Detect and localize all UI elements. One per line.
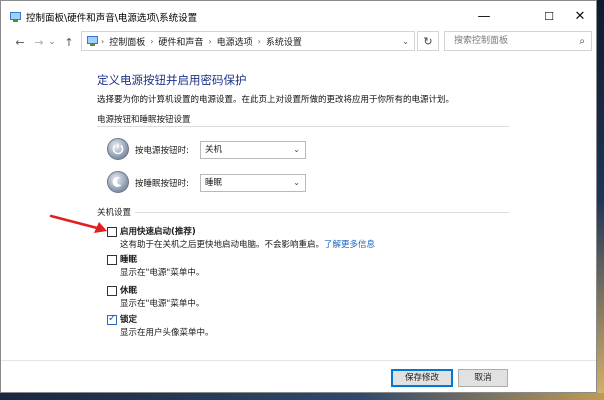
desktop-background-right	[597, 0, 604, 400]
sleep-button-select[interactable]: 睡眠 ⌄	[200, 174, 306, 192]
page-title: 定义电源按钮并启用密码保护	[97, 73, 247, 87]
breadcrumb-separator-icon: ›	[257, 36, 261, 46]
learn-more-link[interactable]: 了解更多信息	[324, 240, 375, 250]
breadcrumb-control-panel[interactable]: 控制面板	[109, 35, 145, 48]
minimize-button[interactable]: —	[468, 1, 500, 31]
chevron-down-icon: ⌄	[293, 145, 300, 154]
window-title: 控制面板\硬件和声音\电源选项\系统设置	[26, 13, 198, 24]
lock-description: 显示在用户头像菜单中。	[120, 328, 214, 338]
control-panel-icon	[10, 12, 21, 22]
sleep-button-value: 睡眠	[205, 178, 223, 188]
search-placeholder: 搜索控制面板	[454, 36, 509, 46]
lock-checkbox[interactable]	[107, 313, 117, 325]
sleep-label: 睡眠	[120, 255, 138, 265]
power-button-value: 关机	[205, 145, 223, 155]
save-button[interactable]: 保存修改	[391, 369, 453, 387]
red-arrow-annotation-icon	[49, 214, 107, 233]
recent-locations-icon[interactable]: ⌄	[47, 33, 57, 51]
title-bar: 控制面板\硬件和声音\电源选项\系统设置 — ☐ ✕	[1, 1, 596, 31]
forward-arrow-icon[interactable]: →	[31, 33, 47, 51]
power-button-icon	[107, 138, 129, 160]
sleep-button-icon	[107, 171, 129, 193]
breadcrumb-system-settings[interactable]: 系统设置	[266, 35, 302, 48]
lock-label: 锁定	[120, 315, 138, 325]
search-input[interactable]: 搜索控制面板 ⌕	[444, 31, 592, 51]
breadcrumb-separator-icon: ›	[101, 36, 105, 46]
back-arrow-icon[interactable]: ←	[12, 33, 28, 51]
chevron-down-icon: ⌄	[293, 178, 300, 187]
cancel-button[interactable]: 取消	[458, 369, 508, 387]
hibernate-description: 显示在"电源"菜单中。	[120, 299, 205, 309]
up-arrow-icon[interactable]: ↑	[61, 33, 77, 51]
fast-startup-description: 这有助于在关机之后更快地启动电脑。不会影响重启。了解更多信息	[120, 238, 375, 250]
section-divider	[135, 212, 509, 213]
breadcrumb-separator-icon: ›	[208, 36, 212, 46]
power-button-select[interactable]: 关机 ⌄	[200, 141, 306, 159]
sleep-button-label: 按睡眠按钮时:	[135, 179, 189, 189]
breadcrumb-hardware-sound[interactable]: 硬件和声音	[158, 35, 203, 48]
chevron-down-icon[interactable]: ⌄	[402, 37, 409, 46]
sleep-checkbox[interactable]	[107, 255, 117, 265]
control-panel-window: 控制面板\硬件和声音\电源选项\系统设置 — ☐ ✕ ← → ⌄ ↑ › 控制面…	[0, 0, 597, 393]
sleep-description: 显示在"电源"菜单中。	[120, 268, 205, 278]
breadcrumb-power-options[interactable]: 电源选项	[217, 35, 253, 48]
desktop-background-bottom	[0, 393, 604, 400]
close-button[interactable]: ✕	[564, 1, 596, 31]
page-description: 选择要为你的计算机设置的电源设置。在此页上对设置所做的更改将应用于你所有的电源计…	[97, 95, 455, 105]
breadcrumb-separator-icon: ›	[150, 36, 154, 46]
footer-divider	[1, 360, 596, 361]
power-button-label: 按电源按钮时:	[135, 146, 189, 156]
hibernate-label: 休眠	[120, 286, 138, 296]
refresh-button[interactable]: ↻	[417, 31, 439, 51]
maximize-button[interactable]: ☐	[533, 1, 565, 31]
search-icon: ⌕	[579, 36, 585, 47]
control-panel-icon	[87, 36, 98, 46]
hibernate-checkbox[interactable]	[107, 286, 117, 296]
section-divider	[97, 126, 509, 127]
power-section-label: 电源按钮和睡眠按钮设置	[97, 115, 191, 125]
fast-startup-label: 启用快速启动(推荐)	[120, 227, 196, 237]
fast-startup-desc-text: 这有助于在关机之后更快地启动电脑。不会影响重启。	[120, 240, 325, 250]
address-bar[interactable]: › 控制面板 › 硬件和声音 › 电源选项 › 系统设置 ⌄	[81, 31, 415, 51]
